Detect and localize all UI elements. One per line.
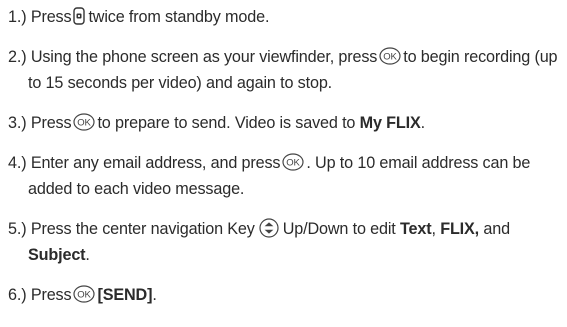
step-text: Using the phone screen as your viewfinde… bbox=[30, 48, 378, 66]
step-text: Up/Down to edit bbox=[282, 220, 396, 238]
step-6: 6.) Press OK [SEND]. bbox=[8, 282, 564, 308]
step-text: Press bbox=[30, 114, 72, 132]
step-text: , bbox=[431, 220, 436, 238]
svg-text:OK: OK bbox=[78, 117, 92, 128]
step-number: 6.) bbox=[8, 286, 27, 304]
ok-key-icon: OK bbox=[282, 153, 304, 171]
step-number: 5.) bbox=[8, 220, 27, 238]
ok-key-icon: OK bbox=[73, 285, 96, 303]
emphasis-text: Text bbox=[400, 220, 432, 238]
svg-text:OK: OK bbox=[287, 157, 301, 168]
emphasis-send: [SEND] bbox=[97, 286, 153, 304]
step-text: . bbox=[420, 114, 426, 132]
step-text: twice from standby mode. bbox=[88, 8, 270, 26]
step-2: 2.) Using the phone screen as your viewf… bbox=[8, 44, 564, 96]
step-5: 5.) Press the center navigation Key Up/Do… bbox=[8, 216, 564, 268]
step-text: and bbox=[483, 220, 510, 238]
emphasis-subject: Subject bbox=[28, 246, 86, 264]
step-text: . bbox=[152, 286, 157, 304]
emphasis-flix: FLIX, bbox=[440, 220, 480, 238]
emphasis-my-flix: My FLIX bbox=[359, 114, 421, 132]
step-text: Press bbox=[30, 8, 72, 26]
step-text: . bbox=[85, 246, 90, 264]
svg-text:OK: OK bbox=[384, 51, 398, 62]
step-text: to prepare to send. Video is saved to bbox=[97, 114, 356, 132]
ok-key-icon: OK bbox=[73, 113, 96, 131]
step-4: 4.) Enter any email address, and press OK… bbox=[8, 150, 564, 202]
step-text: Press the center navigation Key bbox=[30, 220, 255, 238]
svg-text:OK: OK bbox=[78, 289, 92, 300]
step-number: 1.) bbox=[8, 8, 27, 26]
step-number: 2.) bbox=[8, 48, 27, 66]
step-text: Press bbox=[30, 286, 72, 304]
navigation-key-icon bbox=[259, 218, 279, 238]
step-text: Enter any email address, and press bbox=[30, 154, 281, 172]
instruction-list: 1.) Press twice from standby mode. 2.) Us… bbox=[8, 4, 564, 308]
step-1: 1.) Press twice from standby mode. bbox=[8, 4, 564, 30]
step-number: 3.) bbox=[8, 114, 27, 132]
step-number: 4.) bbox=[8, 154, 27, 172]
camera-key-icon bbox=[73, 7, 86, 25]
step-3: 3.) Press OK to prepare to send. Video is … bbox=[8, 110, 564, 136]
ok-key-icon: OK bbox=[379, 47, 401, 65]
